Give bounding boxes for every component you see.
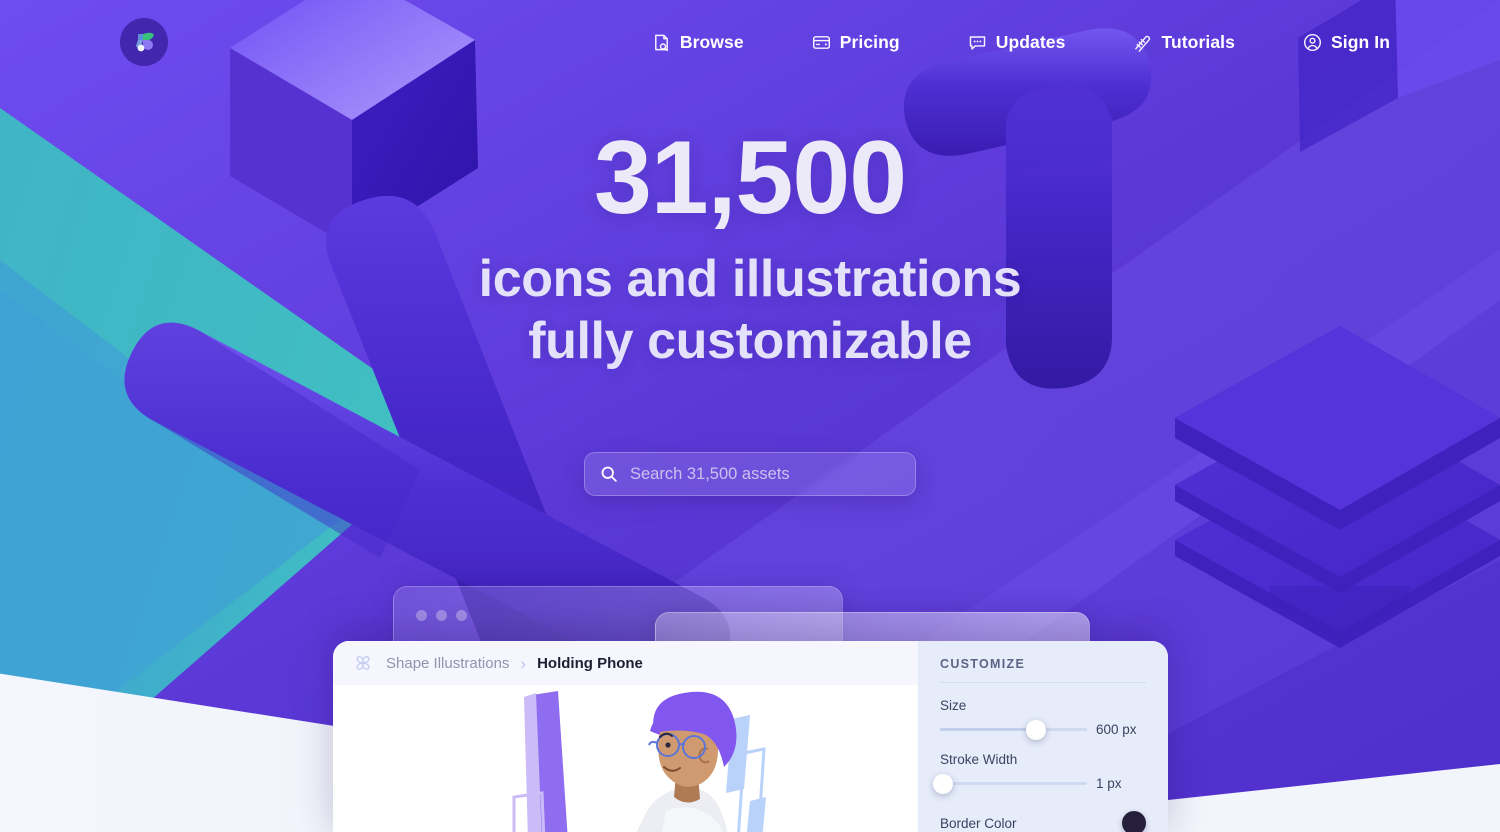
border-color-swatch[interactable]: [1122, 811, 1146, 832]
monitor-shape: [512, 691, 567, 832]
nav-label: Tutorials: [1161, 31, 1235, 52]
control-stroke-width: Stroke Width 1 px: [932, 752, 1146, 794]
border-color-label: Border Color: [940, 815, 1017, 831]
search-input[interactable]: [630, 464, 900, 484]
nav-label: Sign In: [1330, 31, 1390, 52]
size-slider-knob[interactable]: [1025, 719, 1046, 740]
control-border-color: Border Color: [940, 811, 1146, 832]
breadcrumb-current: Holding Phone: [537, 654, 643, 672]
nav-label: Updates: [995, 31, 1066, 52]
stroke-width-value: 1 px: [1096, 776, 1122, 791]
brand-logo[interactable]: [120, 18, 168, 66]
customize-panel: CUSTOMIZE Size 600 px Stroke Width 1 px …: [918, 641, 1168, 832]
nav-item-updates[interactable]: Updates: [968, 26, 1066, 59]
page-root: Browse Pricing Updates Tutorials Sign In…: [0, 0, 1500, 832]
control-size: Size 600 px: [940, 698, 1146, 740]
search-icon: [601, 466, 617, 482]
nav-item-sign-in[interactable]: Sign In: [1303, 26, 1390, 59]
app-body: Shape Illustrations › Holding Phone CUST…: [333, 641, 1168, 832]
app-main-area: Shape Illustrations › Holding Phone: [333, 641, 918, 832]
top-navigation: Browse Pricing Updates Tutorials Sign In: [0, 0, 1500, 84]
document-search-icon: [654, 34, 668, 51]
shape-illustrations-icon: [356, 655, 370, 671]
control-label: Stroke Width: [940, 752, 1018, 767]
customize-panel-title: CUSTOMIZE: [940, 657, 1146, 683]
breadcrumb-root[interactable]: Shape Illustrations: [386, 655, 509, 672]
nav-item-tutorials[interactable]: Tutorials: [1133, 26, 1235, 59]
chat-bubble-dots-icon: [969, 35, 985, 50]
nav-label: Pricing: [839, 31, 900, 52]
breadcrumb: Shape Illustrations › Holding Phone: [333, 641, 918, 685]
stroke-slider-knob[interactable]: [932, 773, 953, 794]
person-figure: [636, 691, 736, 832]
shape-leaf-logo-icon: [136, 32, 154, 52]
stroke-slider-track[interactable]: [932, 773, 1087, 794]
card-window-icon: [812, 35, 830, 49]
size-value: 600 px: [1096, 722, 1137, 737]
window-dot: [416, 610, 427, 621]
breadcrumb-separator: ›: [520, 653, 527, 673]
nav-item-pricing[interactable]: Pricing: [812, 26, 900, 59]
pen-scribble-icon: [1135, 35, 1151, 52]
user-circle-icon: [1303, 33, 1321, 51]
nav-label: Browse: [679, 31, 744, 52]
illustration-canvas[interactable]: [333, 685, 918, 832]
window-dot: [456, 610, 467, 621]
window-dots: [416, 610, 467, 621]
control-label: Size: [940, 698, 967, 713]
search-section: [0, 452, 1500, 496]
size-slider-track[interactable]: [940, 719, 1087, 740]
search-box[interactable]: [584, 452, 916, 496]
app-window: Shape Illustrations › Holding Phone CUST…: [333, 641, 1168, 832]
holding-phone-illustration: [512, 691, 766, 832]
nav-links: Browse Pricing Updates Tutorials Sign In: [652, 26, 1390, 59]
size-slider-fill: [940, 728, 1036, 731]
window-dot: [436, 610, 447, 621]
nav-item-browse[interactable]: Browse: [652, 26, 744, 59]
